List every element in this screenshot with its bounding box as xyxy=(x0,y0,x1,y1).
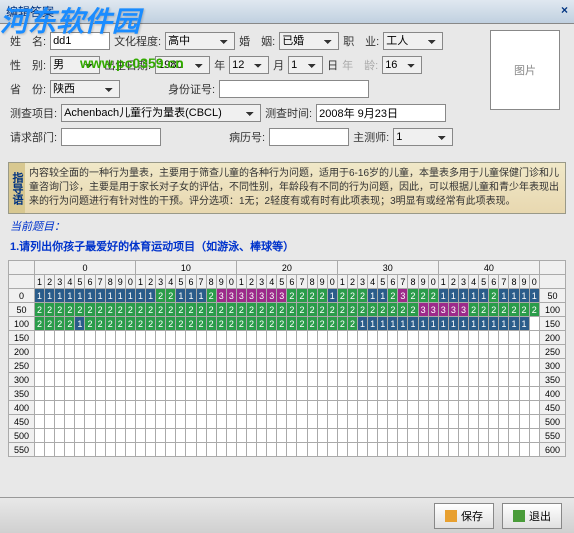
dept-label: 请求部门: xyxy=(10,129,57,145)
year-label: 年 xyxy=(214,57,225,73)
job-label: 职 业: xyxy=(343,33,379,49)
dept-input[interactable] xyxy=(61,128,161,146)
doc-select[interactable]: 1 xyxy=(393,128,453,146)
id-input[interactable] xyxy=(219,80,369,98)
doc-label: 主测师: xyxy=(353,129,389,145)
footer-bar: 保存 退出 xyxy=(0,497,574,533)
exit-label: 退出 xyxy=(529,508,551,524)
marry-select[interactable]: 已婚 xyxy=(279,32,339,50)
birth-month[interactable]: 12 xyxy=(229,56,269,74)
edu-select[interactable]: 高中 xyxy=(165,32,235,50)
guide-text: 内容较全面的一种行为量表，主要用于筛查儿童的各种行为问题，适用于6-16岁的儿童… xyxy=(25,163,565,213)
prov-select[interactable]: 陕西 xyxy=(50,80,120,98)
marry-label: 婚 姻: xyxy=(239,33,275,49)
close-icon[interactable]: × xyxy=(561,3,568,17)
current-label: 当前题目： xyxy=(10,218,564,234)
case-label: 病历号: xyxy=(229,129,265,145)
age-select[interactable]: 16 xyxy=(382,56,422,74)
photo-placeholder[interactable]: 图片 xyxy=(490,30,560,110)
save-icon xyxy=(445,510,457,522)
id-label: 身份证号: xyxy=(168,81,215,97)
exit-button[interactable]: 退出 xyxy=(502,503,562,529)
birth-day[interactable]: 1 xyxy=(288,56,323,74)
watermark-url: www.pc0359.cn xyxy=(80,55,184,71)
save-label: 保存 xyxy=(461,508,483,524)
time-label: 测查时间: xyxy=(265,105,312,121)
case-input[interactable] xyxy=(269,128,349,146)
prov-label: 省 份: xyxy=(10,81,46,97)
proj-label: 测查项目: xyxy=(10,105,57,121)
day-label: 日 xyxy=(327,57,338,73)
age-label: 年 龄: xyxy=(342,57,378,73)
time-input[interactable] xyxy=(316,104,446,122)
guide-tab: 指导语 xyxy=(9,163,25,213)
answer-grid: 0102030401234567890123456789012345678901… xyxy=(8,260,566,457)
sex-label: 性 别: xyxy=(10,57,46,73)
question-text: 1.请列出你孩子最爱好的体育运动项目（如游泳、棒球等） xyxy=(10,238,564,254)
proj-select[interactable]: Achenbach儿童行为量表(CBCL) xyxy=(61,104,261,122)
month-label: 月 xyxy=(273,57,284,73)
guide-box: 指导语 内容较全面的一种行为量表，主要用于筛查儿童的各种行为问题，适用于6-16… xyxy=(8,162,566,214)
exit-icon xyxy=(513,510,525,522)
watermark-logo: 河东软件园 xyxy=(0,0,140,40)
job-select[interactable]: 工人 xyxy=(383,32,443,50)
save-button[interactable]: 保存 xyxy=(434,503,494,529)
form-area: 姓 名: 文化程度: 高中 婚 姻: 已婚 职 业: 工人 性 别: 男 出生日… xyxy=(0,24,574,160)
